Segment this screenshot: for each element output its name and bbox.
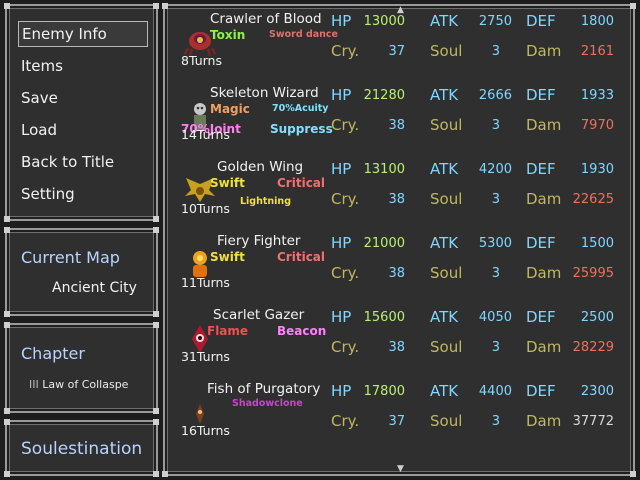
stat-label-def: DEF — [526, 86, 556, 104]
enemy-trait: Beacon — [277, 324, 327, 338]
stat-value-hp: 21000 — [363, 236, 405, 251]
enemy-trait: 70%Acuity — [272, 103, 329, 114]
stat-value-def: 2500 — [580, 310, 614, 325]
enemy-trait: Lightning — [240, 196, 291, 207]
stat-value-def: 1933 — [580, 88, 614, 103]
stat-value-dam: 7970 — [580, 118, 614, 133]
enemy-name: Fiery Fighter — [217, 233, 301, 249]
enemy-turns: 16Turns — [181, 423, 230, 438]
stat-value-soul: 3 — [491, 340, 500, 355]
stat-value-def: 2300 — [580, 384, 614, 399]
game-title: Soulestination — [21, 439, 143, 459]
stat-value-soul: 3 — [491, 414, 500, 429]
stat-value-def: 1500 — [580, 236, 614, 251]
main-menu-panel: Enemy Info Items Save Load Back to Title… — [4, 3, 159, 222]
enemy-name: Fish of Purgatory — [207, 381, 321, 397]
enemy-name: Scarlet Gazer — [213, 307, 305, 323]
enemy-list-panel: ▲ ▼ Crawler of Blood Toxin Sword dance 8Tur… — [162, 3, 636, 477]
stat-label-def: DEF — [526, 308, 556, 326]
enemy-trait: Swift — [210, 250, 245, 264]
enemy-trait: Critical — [277, 176, 326, 190]
stat-label-def: DEF — [526, 160, 556, 178]
stat-value-def: 1800 — [580, 14, 614, 29]
stat-value-atk: 2666 — [478, 88, 512, 103]
menu-item-setting[interactable]: Setting — [21, 182, 75, 206]
enemy-row[interactable]: Crawler of Blood Toxin Sword dance 8Turns HP… — [165, 8, 633, 82]
stat-label-def: DEF — [526, 12, 556, 30]
stat-value-dam: 22625 — [572, 192, 614, 207]
enemy-trait: Toxin — [210, 28, 246, 42]
stat-value-cry: 37 — [388, 414, 405, 429]
enemy-name: Crawler of Blood — [210, 11, 322, 27]
scroll-down-icon[interactable]: ▼ — [397, 464, 404, 474]
stat-value-soul: 3 — [491, 192, 500, 207]
enemy-row[interactable]: Scarlet Gazer Flame Beacon 31Turns HP 15600 AT… — [165, 304, 633, 378]
stat-value-hp: 21280 — [363, 88, 405, 103]
enemy-name: Golden Wing — [217, 159, 304, 175]
chapter-title: Chapter — [21, 344, 85, 363]
chapter-numeral: III — [29, 378, 39, 391]
stat-value-soul: 3 — [491, 118, 500, 133]
game-title-panel: Soulestination — [4, 419, 159, 477]
stat-value-dam: 37772 — [572, 414, 614, 429]
stat-value-cry: 37 — [388, 44, 405, 59]
stat-label-def: DEF — [526, 234, 556, 252]
menu-item-back-to-title[interactable]: Back to Title — [21, 150, 114, 174]
stat-value-hp: 15600 — [363, 310, 405, 325]
stat-value-atk: 4050 — [478, 310, 512, 325]
current-map-panel: Current Map Ancient City — [4, 227, 159, 317]
stat-value-atk: 5300 — [478, 236, 512, 251]
enemy-turns: 11Turns — [181, 275, 230, 290]
enemy-row[interactable]: Fish of Purgatory Shadowclone 16Turns HP 178… — [165, 378, 633, 452]
enemy-trait: Shadowclone — [232, 398, 303, 409]
enemy-turns: 8Turns — [181, 53, 222, 68]
enemy-row[interactable]: Golden Wing Swift Critical Lightning 10Turns… — [165, 156, 633, 230]
stat-value-cry: 38 — [388, 340, 405, 355]
menu-item-load[interactable]: Load — [21, 118, 57, 142]
chapter-name: Law of Collaspe — [42, 378, 129, 391]
stat-value-dam: 25995 — [572, 266, 614, 281]
stat-value-hp: 13000 — [363, 14, 405, 29]
stat-value-atk: 2750 — [478, 14, 512, 29]
stat-label-def: DEF — [526, 382, 556, 400]
stat-value-dam: 2161 — [580, 44, 614, 59]
stat-value-atk: 4200 — [478, 162, 512, 177]
enemy-trait: Flame — [207, 324, 249, 338]
stat-value-cry: 38 — [388, 118, 405, 133]
enemy-name: Skeleton Wizard — [210, 85, 319, 101]
current-map-title: Current Map — [21, 248, 120, 267]
stat-value-cry: 38 — [388, 192, 405, 207]
stat-value-soul: 3 — [491, 44, 500, 59]
enemy-turns: 10Turns — [181, 201, 230, 216]
stat-value-hp: 17800 — [363, 384, 405, 399]
menu-item-enemy-info[interactable]: Enemy Info — [18, 21, 148, 47]
stat-value-def: 1930 — [580, 162, 614, 177]
stat-value-cry: 38 — [388, 266, 405, 281]
stat-value-hp: 13100 — [363, 162, 405, 177]
enemy-row[interactable]: Skeleton Wizard Magic 70%Acuity 70%Joint Sup… — [165, 82, 633, 156]
enemy-trait: Sword dance — [269, 29, 338, 40]
enemy-trait: Magic — [210, 102, 250, 116]
enemy-trait: Critical — [277, 250, 326, 264]
chapter-panel: Chapter III Law of Collaspe — [4, 322, 159, 414]
enemy-row[interactable]: Fiery Fighter Swift Critical 11Turns HP 21000… — [165, 230, 633, 304]
enemy-turns: 14Turns — [181, 127, 230, 142]
menu-item-save[interactable]: Save — [21, 86, 58, 110]
stat-value-dam: 28229 — [572, 340, 614, 355]
menu-item-items[interactable]: Items — [21, 54, 63, 78]
stat-value-soul: 3 — [491, 266, 500, 281]
enemy-turns: 31Turns — [181, 349, 230, 364]
current-map-value: Ancient City — [52, 280, 137, 296]
enemy-trait: Suppress — [270, 122, 333, 136]
enemy-trait: Swift — [210, 176, 245, 190]
stat-value-atk: 4400 — [478, 384, 512, 399]
chapter-value: III Law of Collaspe — [29, 378, 128, 391]
